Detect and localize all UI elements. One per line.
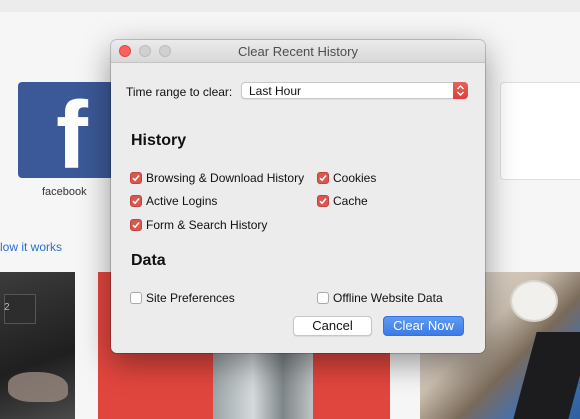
dialog-title: Clear Recent History: [238, 44, 358, 59]
checkbox-label[interactable]: Form & Search History: [146, 218, 267, 232]
checkbox-checked-icon[interactable]: [317, 195, 329, 207]
checkbox-label[interactable]: Cache: [333, 194, 368, 208]
top-site-tile-empty[interactable]: [500, 82, 580, 180]
time-range-label: Time range to clear:: [126, 85, 233, 99]
select-stepper-icon: [453, 82, 468, 99]
checkbox-unchecked-icon[interactable]: [317, 292, 329, 304]
checkbox-unchecked-icon[interactable]: [130, 292, 142, 304]
time-range-value: Last Hour: [249, 84, 302, 98]
browser-top-strip: [0, 0, 580, 12]
cancel-button[interactable]: Cancel: [293, 316, 372, 336]
facebook-logo-icon: f: [56, 82, 88, 179]
dialog-titlebar[interactable]: Clear Recent History: [111, 40, 485, 63]
checkbox-checked-icon[interactable]: [317, 172, 329, 184]
checkbox-checked-icon[interactable]: [130, 219, 142, 231]
checkbox-label[interactable]: Browsing & Download History: [146, 171, 304, 185]
time-range-select[interactable]: Last Hour: [241, 82, 468, 99]
hand-image: [8, 372, 68, 402]
checkbox-label[interactable]: Active Logins: [146, 194, 217, 208]
clear-now-button[interactable]: Clear Now: [383, 316, 464, 336]
checkbox-label[interactable]: Cookies: [333, 171, 376, 185]
clear-recent-history-dialog: Clear Recent History Time range to clear…: [111, 40, 485, 353]
story-photo-left[interactable]: 2: [0, 272, 75, 419]
history-heading: History: [131, 132, 187, 149]
checkbox-label[interactable]: Site Preferences: [146, 291, 235, 305]
data-heading: Data: [131, 252, 166, 269]
facebook-top-site-tile[interactable]: f: [18, 82, 118, 178]
facebook-tile-caption[interactable]: facebook: [42, 186, 87, 198]
checkbox-label[interactable]: Offline Website Data: [333, 291, 443, 305]
how-it-works-link[interactable]: low it works: [0, 240, 62, 254]
coffee-cup-image: [510, 280, 558, 322]
checkbox-checked-icon[interactable]: [130, 172, 142, 184]
checkbox-checked-icon[interactable]: [130, 195, 142, 207]
photo-number-text: 2: [4, 302, 10, 313]
laptop-image: [513, 332, 580, 419]
